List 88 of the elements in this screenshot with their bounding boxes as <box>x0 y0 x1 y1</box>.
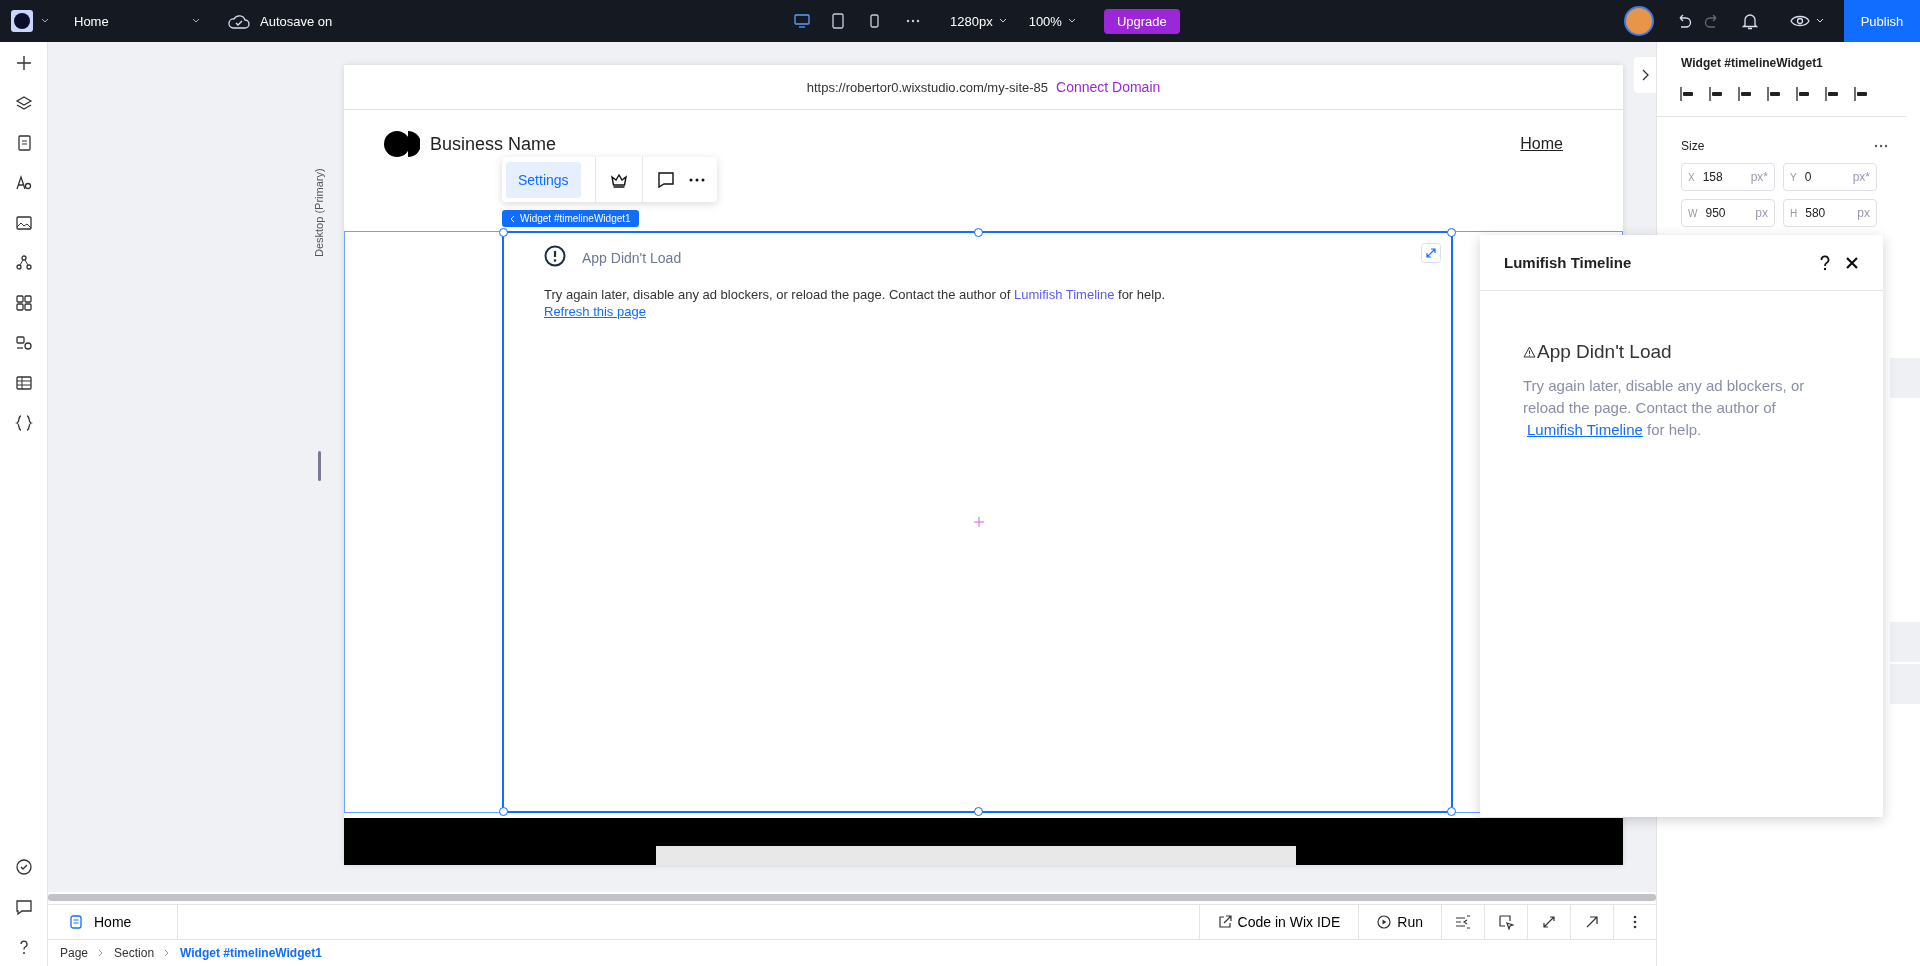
comment-icon[interactable] <box>656 170 675 189</box>
chevron-right-icon <box>164 949 171 957</box>
run-button[interactable]: Run <box>1358 905 1441 939</box>
arrow-up-right-icon <box>1585 915 1599 929</box>
widget-frame[interactable]: App Didn't Load Try again later, disable any ad blockers, or reload the page. Contact the author of Lumifish Timeline for help. Refresh this page <box>502 231 1453 813</box>
more-icon[interactable] <box>906 19 920 23</box>
breadcrumb-item[interactable]: Widget #timelineWidget1 <box>180 946 322 960</box>
resize-handle[interactable] <box>974 807 983 816</box>
size-field[interactable]: W 950 px <box>1681 199 1775 227</box>
error-message: Try again later, disable any ad blockers, or reload the page. Contact the author of Lumifish Timeline for help. <box>544 287 1166 302</box>
upgrade-button[interactable]: Upgrade <box>1103 8 1180 34</box>
eye-icon[interactable] <box>1790 14 1810 28</box>
resize-handle[interactable] <box>1447 228 1456 237</box>
alert-icon <box>544 245 566 267</box>
close-icon[interactable] <box>1845 255 1859 270</box>
text-style-icon[interactable] <box>14 174 33 192</box>
chevron-down-icon <box>41 18 49 24</box>
resize-handle[interactable] <box>974 228 983 237</box>
error-title: App Didn't Load <box>582 250 682 266</box>
code-icon[interactable] <box>14 414 33 432</box>
chevron-right-icon <box>1641 69 1649 81</box>
resize-handle[interactable] <box>499 807 508 816</box>
image-icon[interactable] <box>14 214 33 232</box>
autosave-status: Autosave on <box>260 13 333 29</box>
expand-icon <box>1542 915 1556 929</box>
page-icon <box>70 915 82 929</box>
app-link[interactable]: Lumifish Timeline <box>1013 287 1115 302</box>
chat-icon[interactable] <box>14 898 33 916</box>
breadcrumb-item[interactable]: Section <box>114 946 155 960</box>
resize-handle[interactable] <box>1447 807 1456 816</box>
center-mark-icon <box>974 517 984 527</box>
settings-button[interactable]: Settings <box>506 161 581 198</box>
warning-icon <box>1523 346 1536 358</box>
zoom-dropdown[interactable]: 100% <box>1028 13 1062 29</box>
plus-icon[interactable] <box>14 54 33 72</box>
size-label: Size <box>1681 139 1705 153</box>
connect-domain-link[interactable]: Connect Domain <box>1056 79 1161 95</box>
expand-icon[interactable] <box>1421 243 1441 263</box>
site-url: https://robertor0.wixstudio.com/my-site-85 <box>806 79 1048 95</box>
resize-handle[interactable] <box>318 451 321 481</box>
help-icon[interactable] <box>1819 254 1831 271</box>
chevron-down-icon <box>192 18 200 24</box>
crown-icon[interactable] <box>609 171 628 188</box>
app-link[interactable]: Lumifish Timeline <box>1527 421 1643 438</box>
page-tab[interactable]: Home <box>48 905 179 939</box>
table-icon[interactable] <box>14 374 33 392</box>
chevron-down-icon <box>998 18 1007 24</box>
cloud-check-icon <box>228 13 250 29</box>
device-label: Desktop (Primary) <box>313 168 325 257</box>
chevron-down-icon <box>1067 18 1076 24</box>
avatar[interactable] <box>1624 6 1654 36</box>
size-field[interactable]: X 158 px* <box>1681 163 1775 191</box>
nav-link[interactable]: Home <box>1520 135 1563 153</box>
chevron-right-icon <box>98 949 105 957</box>
panel-title: Lumifish Timeline <box>1504 254 1632 271</box>
bell-icon[interactable] <box>1742 12 1758 30</box>
breadcrumb-item[interactable]: Page <box>60 946 89 960</box>
layers-icon[interactable] <box>14 94 33 112</box>
resize-handle[interactable] <box>499 228 508 237</box>
more-vertical-icon <box>1633 915 1637 929</box>
play-icon <box>1377 915 1392 929</box>
error-message: Try again later, disable any ad blockers, or reload the page. Contact the author of Lumifish Timeline for help. <box>1523 376 1806 440</box>
business-name: Business Name <box>430 133 557 155</box>
code-ide-button[interactable]: Code in Wix IDE <box>1198 905 1359 939</box>
error-title: App Didn't Load <box>1537 341 1672 363</box>
apps-icon[interactable] <box>14 294 33 312</box>
select-cursor-icon <box>1498 914 1514 930</box>
check-circle-icon[interactable] <box>14 858 33 876</box>
width-dropdown[interactable]: 1280px <box>950 13 993 29</box>
publish-button[interactable]: Publish <box>1844 0 1920 42</box>
properties-icon <box>1455 915 1471 929</box>
refresh-link[interactable]: Refresh this page <box>544 304 646 319</box>
chevron-left-icon <box>510 214 515 223</box>
size-field[interactable]: H 580 px <box>1783 199 1877 227</box>
page-dropdown[interactable]: Home <box>74 13 154 29</box>
logo-icon <box>11 10 33 32</box>
widget-tag[interactable]: Widget #timelineWidget1 <box>502 210 639 227</box>
size-field[interactable]: Y 0 px* <box>1783 163 1877 191</box>
inspector-title: Widget #timelineWidget1 <box>1680 55 1824 70</box>
more-icon[interactable] <box>1874 144 1888 148</box>
horizontal-scrollbar[interactable] <box>48 894 1656 901</box>
business-icon[interactable] <box>14 334 33 352</box>
nodes-icon[interactable] <box>14 254 33 272</box>
more-icon[interactable] <box>688 177 705 182</box>
site-menu-button[interactable] <box>11 10 49 32</box>
external-link-icon <box>1217 915 1232 929</box>
chevron-down-icon <box>1816 18 1824 24</box>
logo-icon <box>384 131 420 157</box>
